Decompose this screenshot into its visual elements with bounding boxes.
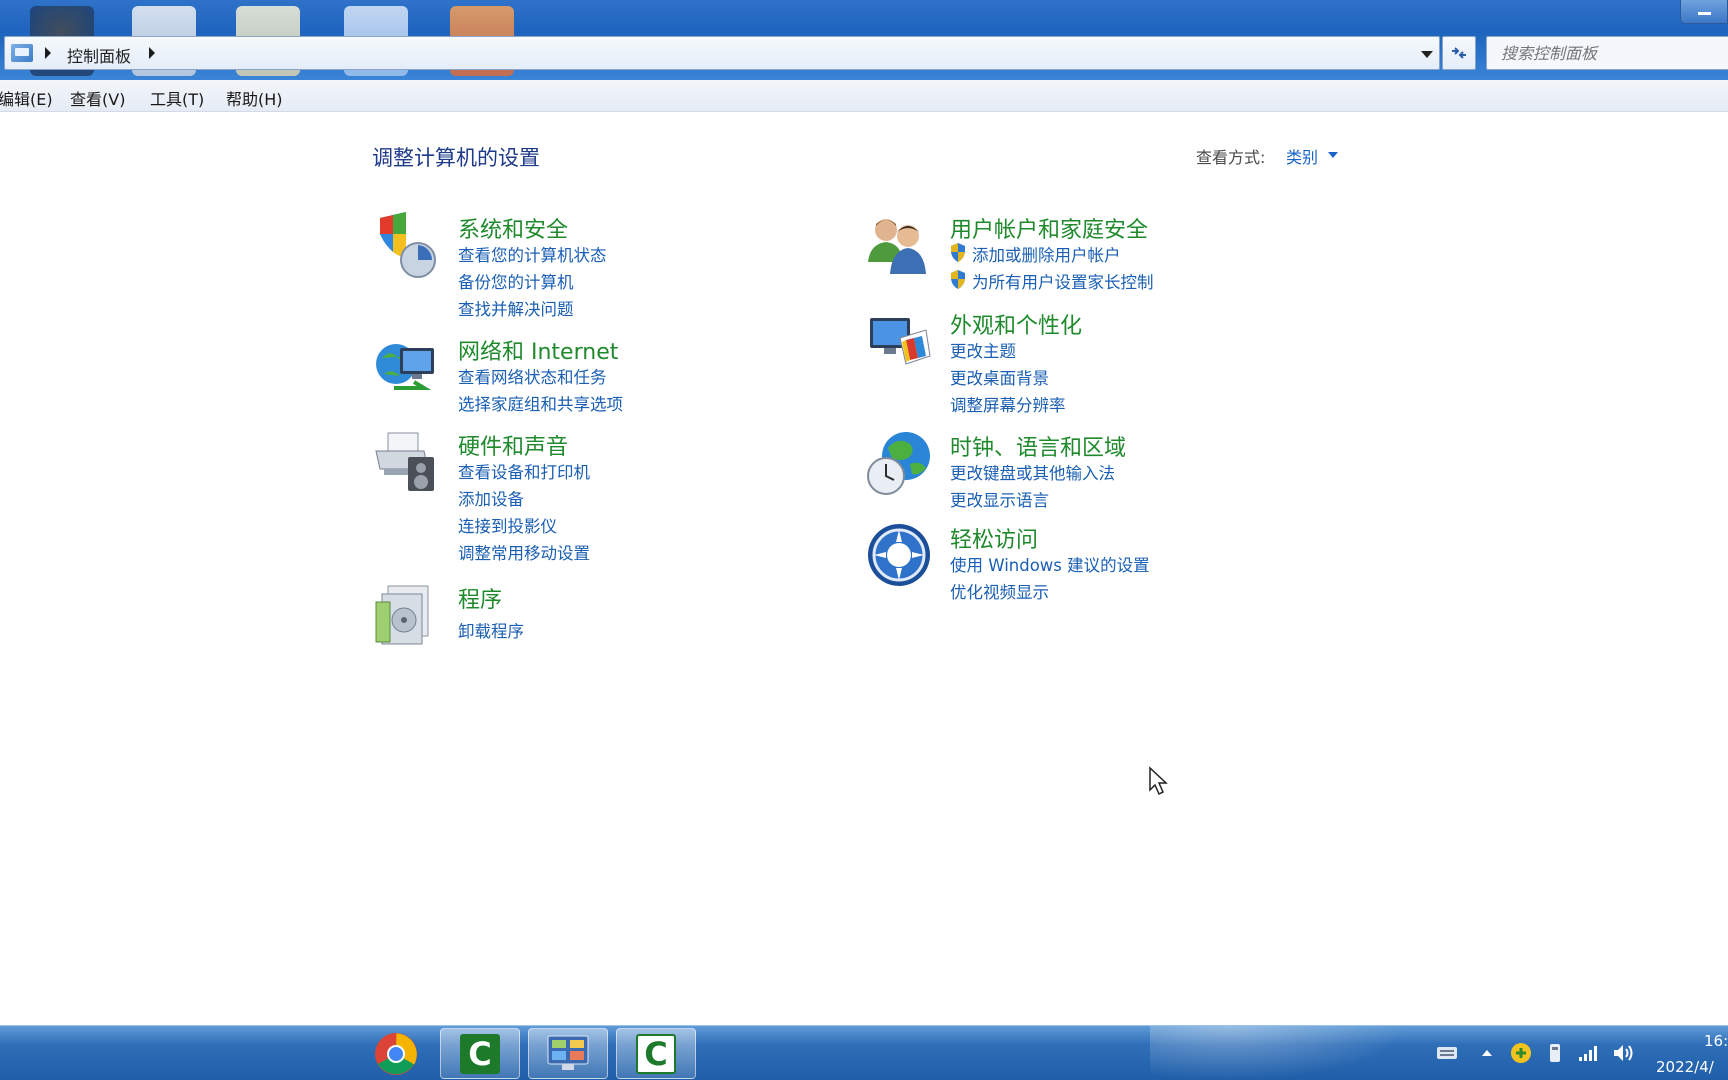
category-link[interactable]: 添加设备 [458,486,524,510]
control-panel-icon [11,44,33,62]
ease-of-access-icon[interactable] [866,522,932,588]
category-title[interactable]: 时钟、语言和区域 [950,430,1126,462]
taskbar-glow [1150,1026,1410,1080]
category-link[interactable]: 为所有用户设置家长控制 [950,269,1154,293]
category-link[interactable]: 调整屏幕分辨率 [950,392,1066,416]
uac-shield-icon [951,243,965,262]
control-panel-content: 调整计算机的设置 查看方式: 类别 系统和安全 查看您的计算机状态 备份您的计算… [0,112,1728,1025]
chevron-down-icon[interactable] [1328,152,1338,158]
usb-device-icon[interactable] [1546,1042,1564,1064]
menu-tools[interactable]: 工具(T) [150,86,204,110]
category-link[interactable]: 连接到投影仪 [458,513,557,537]
show-hidden-icons-icon[interactable] [1482,1050,1492,1056]
breadcrumb-arrow-icon[interactable] [149,47,155,59]
taskbar-control-panel-button[interactable] [528,1028,608,1079]
camtasia-icon: C [460,1033,500,1074]
volume-icon[interactable] [1612,1043,1634,1063]
address-bar[interactable]: 控制面板 [4,36,1440,70]
uac-shield-icon [951,270,965,289]
category-link[interactable]: 查找并解决问题 [458,296,574,320]
category-link[interactable]: 选择家庭组和共享选项 [458,391,623,415]
category-link[interactable]: 更改桌面背景 [950,365,1049,389]
category-title[interactable]: 外观和个性化 [950,308,1082,340]
breadcrumb-arrow-icon[interactable] [45,47,51,59]
category-link[interactable]: 更改显示语言 [950,487,1049,511]
control-panel-icon [547,1035,589,1070]
network-icon[interactable] [374,334,440,400]
category-link[interactable]: 优化视频显示 [950,579,1049,603]
category-link[interactable]: 卸载程序 [458,618,524,642]
page-title: 调整计算机的设置 [372,146,540,170]
chrome-icon [375,1032,417,1075]
category-title[interactable]: 用户帐户和家庭安全 [950,212,1148,244]
search-input[interactable] [1487,37,1728,69]
clock-date[interactable]: 2022/4/ [1656,1058,1714,1076]
category-link[interactable]: 更改键盘或其他输入法 [950,460,1115,484]
category-link[interactable]: 查看网络状态和任务 [458,364,607,388]
category-link[interactable]: 添加或删除用户帐户 [950,242,1121,266]
taskbar-chrome-button[interactable] [356,1028,436,1079]
address-row: 控制面板 [0,36,1728,72]
taskbar: C C 16: 2022/4/ [0,1025,1728,1080]
category-link[interactable]: 查看设备和打印机 [458,459,590,483]
camtasia-recorder-icon: C [636,1033,676,1074]
clock-time[interactable]: 16: [1704,1032,1728,1050]
menu-help[interactable]: 帮助(H) [226,86,283,110]
system-security-icon[interactable] [374,212,440,278]
taskbar-camtasia-recorder-button[interactable]: C [616,1028,696,1079]
refresh-button[interactable] [1442,36,1476,70]
keyboard-icon[interactable] [1436,1044,1458,1060]
user-accounts-icon[interactable] [866,212,932,278]
refresh-icon [1452,47,1466,59]
category-title[interactable]: 硬件和声音 [458,429,568,461]
category-link-text: 为所有用户设置家长控制 [972,273,1154,292]
minimize-icon [1697,12,1711,15]
network-signal-icon[interactable] [1578,1044,1600,1062]
programs-icon[interactable] [374,582,440,648]
category-link[interactable]: 调整常用移动设置 [458,540,590,564]
mouse-cursor-icon [1149,766,1168,796]
category-link-text: 添加或删除用户帐户 [972,246,1121,265]
category-title[interactable]: 网络和 Internet [458,334,618,366]
category-link[interactable]: 使用 Windows 建议的设置 [950,552,1150,576]
update-icon[interactable] [1510,1042,1532,1064]
minimize-button[interactable] [1680,0,1728,24]
menu-bar: 编辑(E) 查看(V) 工具(T) 帮助(H) [0,80,1728,112]
hardware-sound-icon[interactable] [374,429,440,495]
menu-view[interactable]: 查看(V) [70,86,125,110]
menu-edit[interactable]: 编辑(E) [0,86,53,110]
clock-region-icon[interactable] [866,430,932,496]
search-box[interactable] [1486,36,1728,70]
category-title[interactable]: 轻松访问 [950,522,1038,554]
category-title[interactable]: 程序 [458,582,502,614]
view-by-dropdown[interactable]: 类别 [1286,144,1318,168]
category-title[interactable]: 系统和安全 [458,212,568,244]
view-by-label: 查看方式: [1196,148,1266,167]
category-link[interactable]: 备份您的计算机 [458,269,574,293]
taskbar-camtasia-button[interactable]: C [440,1028,520,1079]
chevron-down-icon[interactable] [1421,51,1433,58]
appearance-icon[interactable] [866,308,932,374]
category-link[interactable]: 更改主题 [950,338,1016,362]
breadcrumb-control-panel[interactable]: 控制面板 [67,43,131,67]
category-link[interactable]: 查看您的计算机状态 [458,242,607,266]
